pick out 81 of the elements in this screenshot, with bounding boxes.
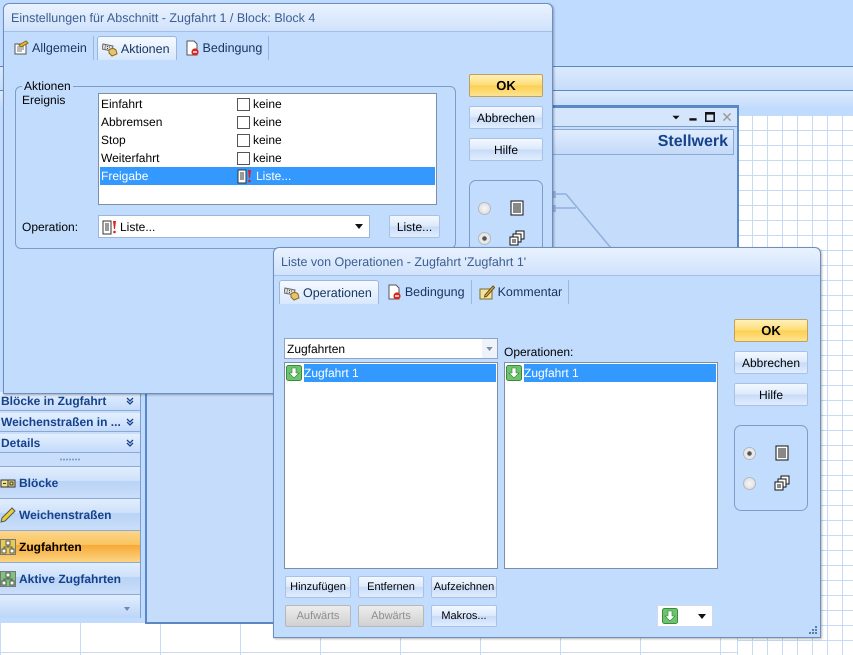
event-list[interactable]: Einfahrt keine Abbremsen keine Stop keine Weiterfahrt keine Freigabe Liste... bbox=[98, 93, 437, 205]
sidebar-section[interactable]: Blöcke in Zugfahrt bbox=[0, 392, 140, 411]
event-row[interactable]: Stop keine bbox=[100, 131, 435, 149]
panel-title: Stellwerk bbox=[658, 133, 728, 151]
tab[interactable]: Operationen bbox=[279, 280, 379, 304]
dialog-title: Einstellungen für Abschnitt - Zugfahrt 1 / Block: Block 4 bbox=[11, 10, 316, 24]
down-arrow-icon bbox=[286, 365, 302, 381]
checkbox[interactable] bbox=[237, 116, 250, 128]
group-title: Aktionen bbox=[23, 79, 72, 93]
document-alert-icon bbox=[237, 168, 253, 184]
view-radio[interactable] bbox=[743, 446, 756, 460]
event-row[interactable]: Abbremsen keine bbox=[100, 113, 435, 131]
event-value: keine bbox=[253, 115, 282, 129]
source-dropdown[interactable]: Zugfahrten bbox=[284, 338, 498, 359]
view-radio[interactable] bbox=[743, 476, 756, 490]
document-alert-icon bbox=[102, 218, 118, 234]
sidebar-section[interactable]: Weichenstraßen in ... bbox=[0, 413, 140, 432]
view-radio[interactable] bbox=[478, 202, 491, 214]
details-view-icon bbox=[774, 445, 790, 461]
field-label: Operation: bbox=[22, 220, 80, 234]
tab[interactable]: Bedingung bbox=[180, 36, 270, 60]
double-chevron-icon bbox=[126, 397, 134, 405]
icon-dropdown[interactable] bbox=[657, 605, 713, 627]
down-arrow-icon bbox=[662, 608, 678, 624]
stacked-pages-icon bbox=[774, 475, 790, 491]
dropdown-caret-icon bbox=[698, 614, 706, 618]
dropdown-caret-icon bbox=[486, 346, 493, 350]
checkbox[interactable] bbox=[237, 134, 250, 146]
properties-icon bbox=[13, 40, 29, 56]
view-radio[interactable] bbox=[478, 232, 491, 244]
action-button[interactable]: Aufzeichnen bbox=[431, 576, 497, 598]
field-label: Ereignis bbox=[22, 93, 66, 109]
caret-icon bbox=[124, 607, 130, 611]
event-name: Einfahrt bbox=[100, 97, 144, 111]
keyboard-icon bbox=[284, 284, 300, 300]
event-row[interactable]: Weiterfahrt keine bbox=[100, 149, 435, 167]
page-stop-icon bbox=[184, 40, 200, 56]
double-chevron-icon bbox=[126, 418, 134, 426]
field-label: Operationen: bbox=[504, 345, 574, 359]
down-arrow-icon bbox=[506, 365, 522, 381]
checkbox[interactable] bbox=[237, 152, 250, 164]
tab[interactable]: Bedingung bbox=[382, 280, 472, 304]
checkbox[interactable] bbox=[237, 98, 250, 110]
dialog-button[interactable]: OK bbox=[734, 319, 808, 342]
event-name: Abbremsen bbox=[100, 115, 164, 129]
pencil-icon bbox=[0, 506, 16, 522]
double-chevron-icon bbox=[126, 439, 134, 447]
hierarchy-icon bbox=[0, 538, 16, 554]
event-value: keine bbox=[253, 151, 282, 165]
dialog-button[interactable]: Hilfe bbox=[469, 138, 543, 161]
dialog-button[interactable]: OK bbox=[469, 74, 543, 97]
event-name: Stop bbox=[100, 133, 127, 147]
tab[interactable]: Aktionen bbox=[96, 36, 177, 60]
action-button[interactable]: Hinzufügen bbox=[285, 576, 351, 598]
event-name: Freigabe bbox=[100, 169, 150, 183]
action-button[interactable]: Entfernen bbox=[358, 576, 424, 598]
dialog-button[interactable]: Abbrechen bbox=[469, 106, 543, 129]
hierarchy-icon bbox=[0, 570, 16, 586]
event-row[interactable]: Einfahrt keine bbox=[100, 95, 435, 113]
keyboard-icon bbox=[102, 40, 118, 56]
note-pencil-icon bbox=[478, 284, 495, 300]
event-name: Weiterfahrt bbox=[100, 151, 160, 165]
event-value: keine bbox=[253, 133, 282, 147]
event-value: Liste... bbox=[256, 169, 292, 183]
dialog-button[interactable]: Hilfe bbox=[734, 383, 808, 406]
details-view-icon bbox=[509, 200, 525, 216]
dialog-button[interactable]: Abbrechen bbox=[734, 351, 808, 374]
dialog-title: Liste von Operationen - Zugfahrt 'Zugfahrt 1' bbox=[281, 254, 526, 268]
list-button[interactable]: Liste... bbox=[389, 215, 440, 238]
stacked-pages-icon bbox=[509, 230, 525, 246]
tab[interactable]: Allgemein bbox=[9, 36, 94, 60]
nav-button[interactable]: Zugfahrten bbox=[0, 530, 140, 562]
dropdown-caret-icon bbox=[355, 224, 363, 229]
event-value: keine bbox=[253, 97, 282, 111]
maximize-icon[interactable] bbox=[704, 111, 716, 123]
resize-grip-icon[interactable] bbox=[808, 625, 818, 635]
tab[interactable]: Kommentar bbox=[474, 280, 570, 304]
page-stop-icon bbox=[386, 284, 402, 300]
action-button[interactable]: Makros... bbox=[431, 605, 497, 627]
sidebar-section[interactable]: Details bbox=[0, 434, 140, 453]
operation-dropdown[interactable]: Liste... bbox=[98, 215, 370, 238]
